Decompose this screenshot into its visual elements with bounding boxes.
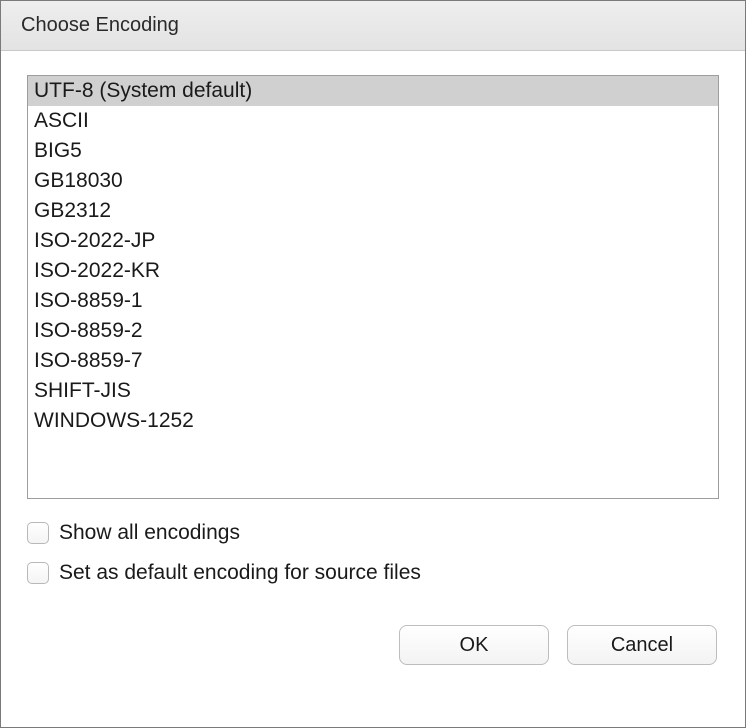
show-all-encodings-row: Show all encodings (27, 521, 719, 545)
dialog-button-row: OK Cancel (27, 625, 719, 665)
encoding-list-item[interactable]: ISO-8859-1 (28, 286, 718, 316)
cancel-button[interactable]: Cancel (567, 625, 717, 665)
show-all-encodings-label: Show all encodings (59, 521, 240, 545)
show-all-encodings-checkbox[interactable] (27, 522, 49, 544)
encoding-list-item[interactable]: ISO-2022-KR (28, 256, 718, 286)
encoding-list-item[interactable]: ISO-8859-7 (28, 346, 718, 376)
encoding-list-item[interactable]: UTF-8 (System default) (28, 76, 718, 106)
set-default-encoding-checkbox[interactable] (27, 562, 49, 584)
encoding-list-item[interactable]: BIG5 (28, 136, 718, 166)
encoding-list-item[interactable]: WINDOWS-1252 (28, 406, 718, 436)
choose-encoding-dialog: Choose Encoding UTF-8 (System default)AS… (0, 0, 746, 728)
encoding-listbox[interactable]: UTF-8 (System default)ASCIIBIG5GB18030GB… (27, 75, 719, 499)
encoding-list-item[interactable]: GB18030 (28, 166, 718, 196)
encoding-list-item[interactable]: SHIFT-JIS (28, 376, 718, 406)
encoding-list-item[interactable]: ISO-2022-JP (28, 226, 718, 256)
dialog-title: Choose Encoding (21, 14, 179, 37)
set-default-encoding-label: Set as default encoding for source files (59, 561, 421, 585)
set-default-encoding-row: Set as default encoding for source files (27, 561, 719, 585)
dialog-titlebar: Choose Encoding (1, 1, 745, 51)
ok-button[interactable]: OK (399, 625, 549, 665)
encoding-list-item[interactable]: ASCII (28, 106, 718, 136)
encoding-list-item[interactable]: ISO-8859-2 (28, 316, 718, 346)
encoding-list-item[interactable]: GB2312 (28, 196, 718, 226)
dialog-content: UTF-8 (System default)ASCIIBIG5GB18030GB… (1, 51, 745, 727)
